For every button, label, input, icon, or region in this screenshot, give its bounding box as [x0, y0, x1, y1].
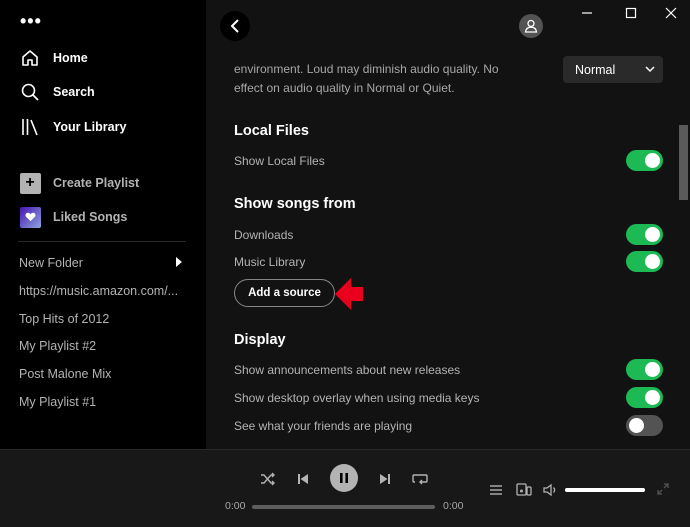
friends-activity-toggle[interactable] — [626, 415, 663, 436]
user-icon — [524, 19, 538, 33]
setting-label: Show announcements about new releases — [234, 363, 461, 377]
maximize-button[interactable] — [620, 4, 642, 22]
menu-dots-icon[interactable]: ••• — [20, 12, 42, 30]
playlist-item[interactable]: My Playlist #2 — [19, 339, 184, 353]
create-playlist-label: Create Playlist — [53, 176, 140, 190]
nav-library[interactable]: Your Library — [18, 115, 126, 139]
volume-level-description-2: effect on audio quality in Normal or Qui… — [234, 81, 455, 95]
user-avatar-button[interactable] — [519, 14, 543, 38]
nav-home-label: Home — [53, 51, 88, 65]
volume-icon — [543, 483, 556, 497]
volume-fill — [565, 488, 645, 492]
setting-label: See what your friends are playing — [234, 419, 413, 433]
create-playlist-button[interactable]: + Create Playlist — [18, 171, 139, 195]
repeat-button[interactable] — [410, 469, 430, 489]
mute-button[interactable] — [541, 480, 561, 500]
repeat-icon — [412, 474, 428, 485]
toggle-knob — [645, 254, 660, 269]
library-icon — [18, 115, 42, 139]
liked-songs-icon-wrap — [18, 205, 42, 229]
liked-songs-button[interactable]: Liked Songs — [18, 205, 127, 229]
volume-slider[interactable] — [565, 488, 645, 492]
minimize-icon — [582, 12, 592, 14]
queue-button[interactable] — [486, 480, 506, 500]
nav-search-label: Search — [53, 85, 95, 99]
setting-label: Downloads — [234, 228, 294, 242]
progress-bar[interactable] — [252, 505, 435, 509]
close-window-button[interactable] — [660, 4, 682, 22]
duration-time: 0:00 — [443, 500, 464, 512]
show-local-files-toggle[interactable] — [626, 150, 663, 171]
playlist-item[interactable]: Top Hits of 2012 — [19, 312, 184, 326]
search-icon — [18, 80, 42, 104]
setting-label: Music Library — [234, 255, 306, 269]
playlist-item[interactable]: Post Malone Mix — [19, 367, 184, 381]
new-releases-toggle[interactable] — [626, 359, 663, 380]
volume-level-value: Normal — [575, 62, 616, 77]
skip-back-icon — [298, 474, 308, 484]
chevron-down-icon — [645, 66, 655, 73]
shuffle-icon — [261, 472, 275, 486]
toggle-knob — [645, 362, 660, 377]
skip-forward-icon — [380, 474, 390, 484]
minimize-button[interactable] — [576, 4, 598, 22]
playlist-item[interactable]: https://music.amazon.com/... — [19, 284, 184, 298]
player-bar: 0:00 0:00 — [0, 449, 690, 527]
red-arrow-annotation-icon — [335, 278, 363, 310]
section-title-show-songs-from: Show songs from — [234, 196, 356, 212]
setting-label: Show desktop overlay when using media ke… — [234, 391, 480, 405]
toggle-knob — [645, 390, 660, 405]
heart-icon — [19, 206, 41, 228]
downloads-toggle[interactable] — [626, 224, 663, 245]
nav-library-label: Your Library — [53, 120, 127, 134]
expand-icon — [657, 483, 669, 495]
volume-level-select[interactable]: Normal — [563, 56, 663, 83]
toggle-knob — [645, 227, 660, 242]
desktop-overlay-toggle[interactable] — [626, 387, 663, 408]
elapsed-time: 0:00 — [225, 500, 246, 512]
volume-level-description: environment. Loud may diminish audio qua… — [234, 62, 499, 76]
chevron-left-icon — [230, 19, 239, 33]
shuffle-button[interactable] — [258, 469, 278, 489]
pause-button[interactable] — [330, 464, 358, 492]
chevron-right-icon[interactable] — [176, 257, 182, 267]
settings-page: environment. Loud may diminish audio qua… — [206, 0, 690, 449]
devices-icon — [516, 483, 532, 496]
connect-device-button[interactable] — [514, 480, 534, 500]
playlist-item[interactable]: My Playlist #1 — [19, 395, 184, 409]
queue-icon — [490, 485, 502, 495]
back-button[interactable] — [220, 11, 250, 41]
toggle-knob — [645, 153, 660, 168]
sidebar: ••• Home Search Your Library + Create Pl… — [0, 0, 206, 449]
nav-home[interactable]: Home — [18, 46, 88, 70]
toggle-knob — [629, 418, 644, 433]
previous-button[interactable] — [293, 469, 313, 489]
liked-songs-label: Liked Songs — [53, 210, 128, 224]
close-icon — [665, 7, 677, 19]
fullscreen-button[interactable] — [654, 480, 672, 498]
add-a-source-button[interactable]: Add a source — [234, 279, 335, 307]
top-bar — [206, 0, 690, 52]
home-icon — [18, 46, 42, 70]
scrollbar-thumb[interactable] — [679, 125, 688, 200]
music-library-toggle[interactable] — [626, 251, 663, 272]
create-playlist-icon-wrap: + — [18, 171, 42, 195]
pause-icon — [340, 473, 348, 483]
maximize-icon — [625, 7, 637, 19]
plus-icon: + — [19, 172, 41, 194]
nav-search[interactable]: Search — [18, 80, 95, 104]
playlist-item-folder[interactable]: New Folder — [19, 256, 184, 270]
sidebar-divider — [18, 241, 186, 242]
section-title-display: Display — [234, 332, 286, 348]
setting-label: Show Local Files — [234, 154, 325, 168]
next-button[interactable] — [375, 469, 395, 489]
section-title-local-files: Local Files — [234, 123, 309, 139]
